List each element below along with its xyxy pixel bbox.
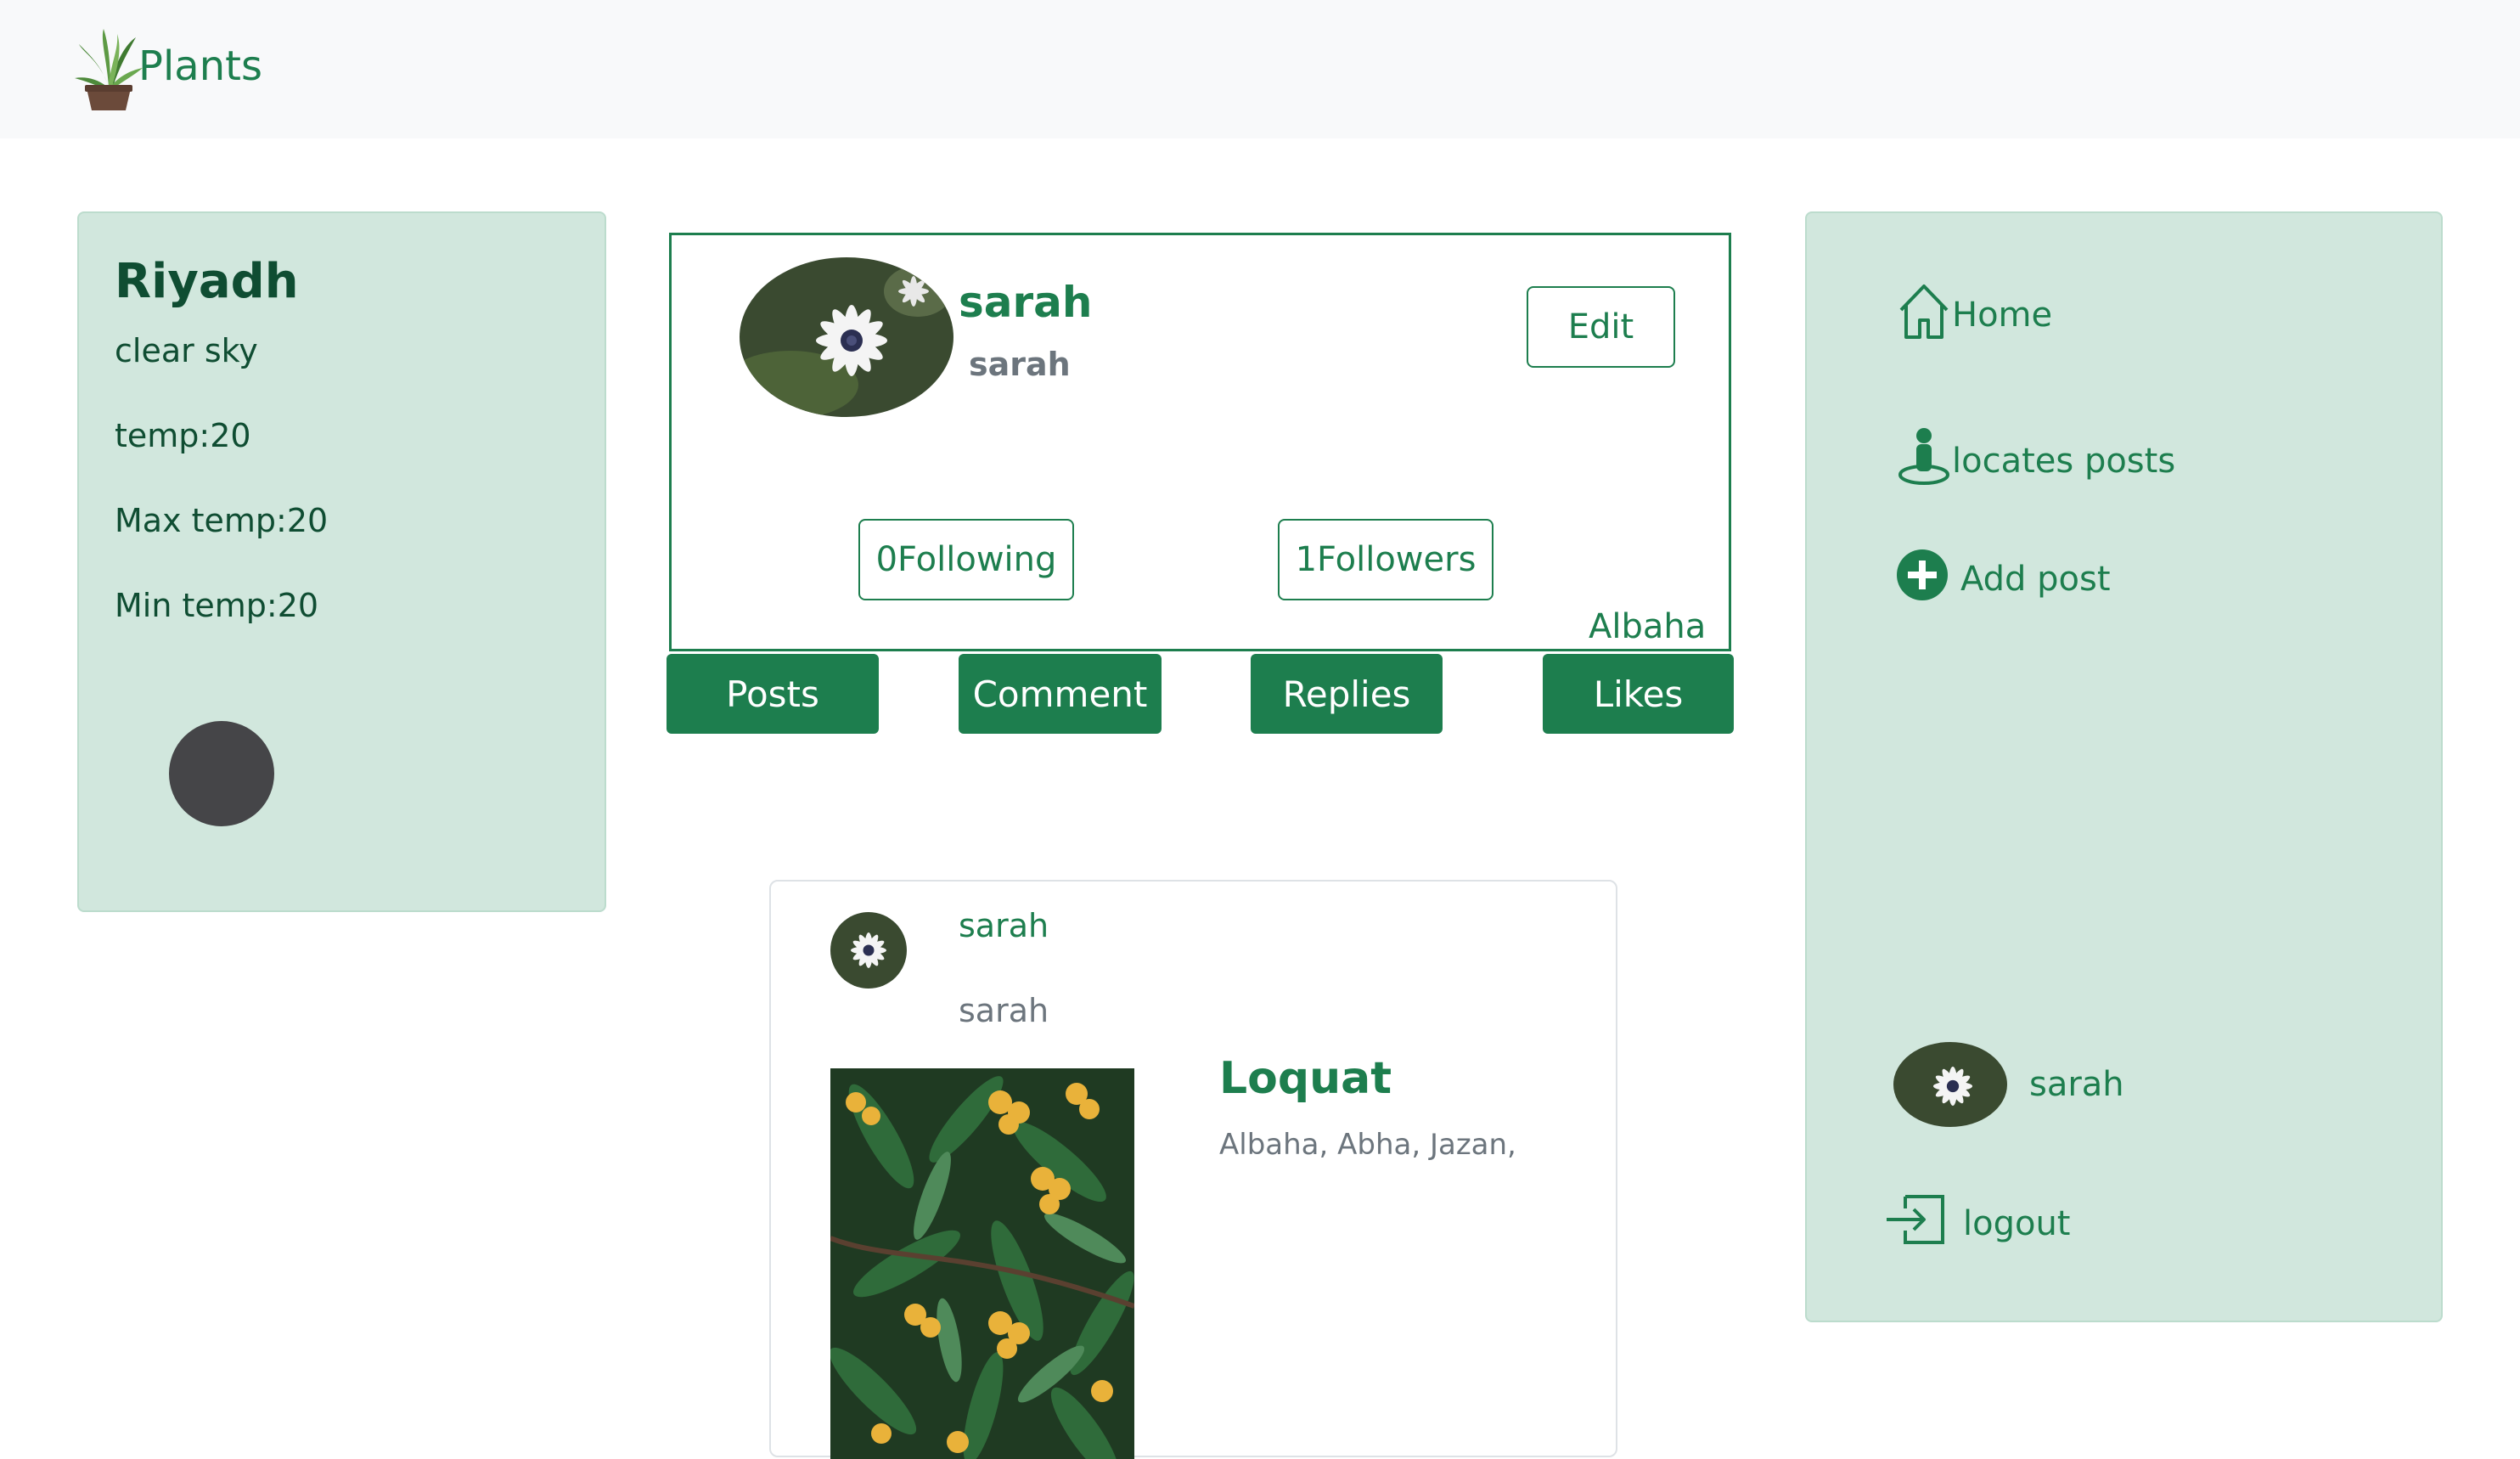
house-icon (1896, 281, 1952, 349)
edit-profile-button[interactable]: Edit (1527, 286, 1675, 368)
weather-icon (169, 721, 274, 826)
following-button[interactable]: 0Following (858, 519, 1074, 600)
logout-button[interactable]: logout (1885, 1193, 2070, 1254)
weather-max-temp: Max temp:20 (115, 502, 329, 539)
sidebar-user-name: sarah (2029, 1065, 2124, 1104)
sidebar-item-locates-posts[interactable]: locates posts (1896, 427, 2175, 495)
post-author-name[interactable]: sarah (959, 907, 1049, 944)
brand-name[interactable]: Plants (138, 42, 262, 90)
plus-circle-icon (1896, 549, 1949, 610)
sidebar-item-label: Add post (1960, 560, 2111, 599)
tab-replies[interactable]: Replies (1251, 654, 1443, 734)
tab-likes[interactable]: Likes (1543, 654, 1734, 734)
profile-card: sarah sarah Edit 0Following 1Followers A… (669, 233, 1731, 651)
person-location-icon (1896, 427, 1952, 495)
weather-min-temp: Min temp:20 (115, 587, 319, 624)
post-card: sarah sarah Loquat Albaha, Abha, Jazan, (769, 880, 1617, 1459)
profile-name: sarah (959, 278, 1093, 327)
weather-city: Riyadh (115, 254, 299, 309)
avatar (1893, 1042, 2007, 1127)
sidebar-item-home[interactable]: Home (1896, 281, 2052, 349)
logout-icon (1885, 1193, 1946, 1254)
profile-username: sarah (969, 346, 1071, 383)
sidebar-item-label: locates posts (1952, 442, 2176, 481)
tab-comment[interactable]: Comment (959, 654, 1162, 734)
followers-button[interactable]: 1Followers (1278, 519, 1493, 600)
sidebar-item-label: Home (1952, 296, 2053, 335)
logout-label: logout (1963, 1204, 2071, 1243)
weather-card: Riyadh clear sky temp:20 Max temp:20 Min… (77, 211, 606, 912)
tab-posts[interactable]: Posts (667, 654, 879, 734)
sidebar-item-add-post[interactable]: Add post (1896, 549, 2111, 610)
sidebar-user[interactable]: sarah (1893, 1042, 2124, 1127)
sidebar: Home locates posts Add post sarah logout (1805, 211, 2443, 1322)
weather-description: clear sky (115, 332, 258, 369)
potted-plant-icon[interactable] (75, 27, 143, 112)
profile-avatar (740, 257, 953, 417)
post-image[interactable] (830, 1068, 1134, 1459)
post-locations: Albaha, Abha, Jazan, (1219, 1128, 1516, 1162)
post-title[interactable]: Loquat (1219, 1053, 1392, 1104)
navbar: Plants (0, 0, 2520, 138)
weather-temp: temp:20 (115, 417, 251, 454)
post-author-avatar (830, 912, 907, 989)
profile-location: Albaha (1589, 607, 1707, 646)
post-author-username: sarah (959, 992, 1049, 1029)
